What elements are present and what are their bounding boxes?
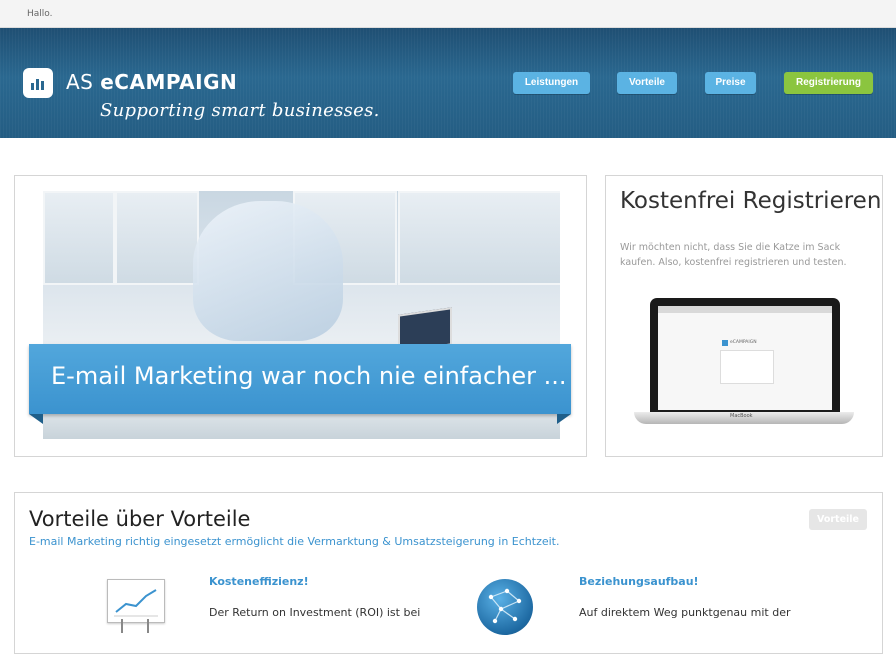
nav-preise-button[interactable]: Preise: [705, 72, 756, 94]
feature-text-beziehung: Auf direktem Weg punktgenau mit der: [579, 606, 791, 619]
vorteile-panel: Vorteile über Vorteile E-mail Marketing …: [14, 492, 883, 654]
greeting-text: Hallo.: [27, 9, 53, 19]
logo-icon[interactable]: [23, 68, 53, 98]
brand-name[interactable]: AS eCAMPAIGN: [66, 70, 237, 94]
vorteile-title: Vorteile über Vorteile: [29, 507, 251, 531]
nav-vorteile-button[interactable]: Vorteile: [617, 72, 677, 94]
macbook-image[interactable]: eCAMPAIGN MacBook: [634, 298, 854, 433]
header: AS eCAMPAIGN Supporting smart businesses…: [0, 28, 896, 138]
feature-title-beziehung: Beziehungsaufbau!: [579, 575, 699, 588]
screen-brand: eCAMPAIGN: [730, 340, 757, 345]
feature-text-kosten: Der Return on Investment (ROI) ist bei: [209, 606, 421, 619]
chart-easel-icon: [107, 579, 165, 633]
nav-leistungen-button[interactable]: Leistungen: [513, 72, 590, 94]
hero-panel: E-mail Marketing war noch nie einfacher …: [14, 175, 587, 457]
feature-title-kosten: Kosteneffizienz!: [209, 575, 309, 588]
vorteile-subtitle: E-mail Marketing richtig eingesetzt ermö…: [29, 535, 560, 548]
hero-banner-text: E-mail Marketing war noch nie einfacher …: [51, 362, 567, 390]
register-title: Kostenfrei Registrieren: [620, 188, 882, 214]
top-bar: Hallo.: [0, 0, 896, 28]
register-text: Wir möchten nicht, dass Sie die Katze im…: [620, 242, 847, 268]
globe-network-icon: [477, 579, 533, 635]
tagline: Supporting smart businesses.: [100, 100, 380, 121]
laptop-label: MacBook: [730, 413, 753, 419]
nav-registrierung-button[interactable]: Registrierung: [784, 72, 873, 94]
register-panel: Kostenfrei Registrieren Wir möchten nich…: [605, 175, 883, 457]
vorteile-button[interactable]: Vorteile: [809, 509, 867, 530]
hero-banner: E-mail Marketing war noch nie einfacher …: [29, 344, 571, 414]
